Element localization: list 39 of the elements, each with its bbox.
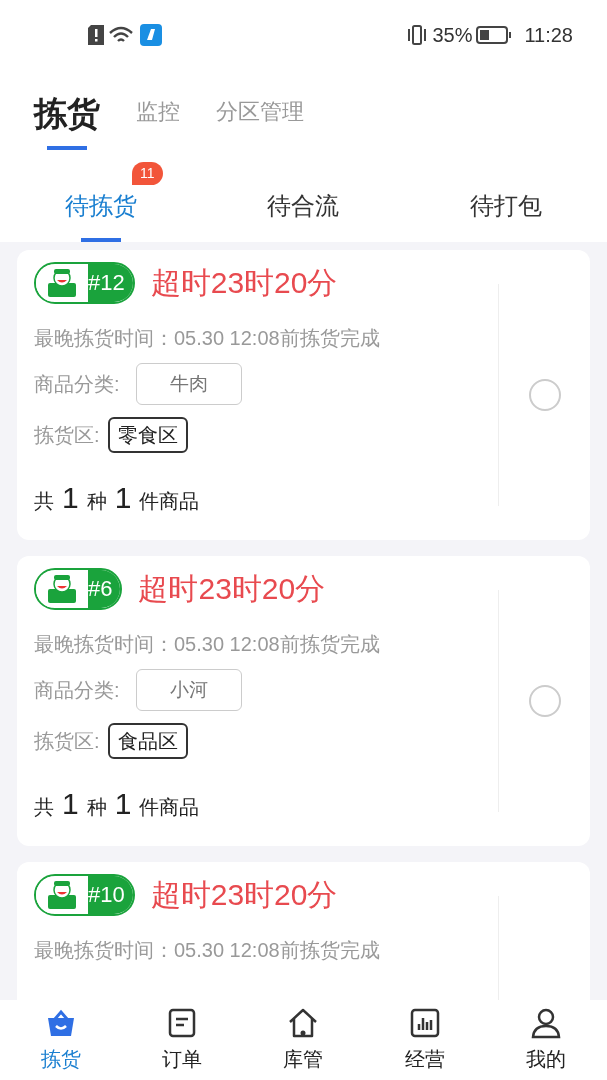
nav-tab[interactable]: 拣货 (0, 1000, 122, 1080)
select-radio[interactable] (528, 379, 561, 411)
order-card[interactable]: #12 超时23时20分 最晚拣货时间：05.30 12:08前拣货完成 商品分类: 牛肉 拣货区: 零食区 共 1 种 1 件商品 (17, 250, 590, 540)
order-card[interactable]: #6 超时23时20分 最晚拣货时间：05.30 12:08前拣货完成 商品分类: 小河 拣货区: 食品区 共 1 种 1 件商品 (17, 556, 590, 846)
clock: 11:28 (524, 23, 573, 48)
deadline-text: 最晚拣货时间：05.30 12:08前拣货完成 (34, 632, 381, 657)
battery-percent: 35% (432, 23, 473, 48)
order-card[interactable]: #10 超时23时20分 最晚拣货时间：05.30 12:08前拣货完成 (17, 862, 590, 1000)
item-count: 共 1 种 1 件商品 (34, 786, 201, 822)
overdue-time: 超时23时20分 (150, 877, 338, 913)
nav-tab[interactable]: 我的 (485, 1000, 607, 1080)
category-field[interactable]: 牛肉 (135, 363, 242, 405)
overdue-time: 超时23时20分 (150, 265, 338, 301)
sub-tab[interactable]: 待合流 (202, 188, 405, 242)
category-label: 商品分类: (34, 372, 120, 397)
nav-tab[interactable]: 经营 (364, 1000, 486, 1080)
zone-tag: 食品区 (107, 723, 188, 759)
sim-alert-icon (88, 25, 104, 45)
item-count: 共 1 种 1 件商品 (34, 480, 201, 516)
zone-label: 拣货区: (34, 729, 100, 754)
count-badge: 11 (132, 162, 163, 185)
nav-tab[interactable]: 库管 (242, 1000, 365, 1080)
deadline-text: 最晚拣货时间：05.30 12:08前拣货完成 (34, 938, 381, 963)
category-field[interactable]: 小河 (135, 669, 242, 711)
top-tab[interactable]: 拣货 (34, 88, 100, 150)
sub-tab[interactable]: 待打包 (404, 188, 607, 242)
vibrate-icon (406, 25, 429, 45)
select-radio[interactable] (528, 685, 561, 717)
app-icon (140, 24, 162, 46)
nav-tab[interactable]: 订单 (121, 1000, 243, 1080)
deadline-text: 最晚拣货时间：05.30 12:08前拣货完成 (34, 326, 381, 351)
order-number-badge: #12 (34, 261, 135, 304)
order-number-badge: #6 (34, 567, 123, 610)
overdue-time: 超时23时20分 (138, 571, 326, 607)
order-number-badge: #10 (34, 873, 135, 916)
battery-icon (476, 25, 513, 45)
zone-label: 拣货区: (34, 423, 100, 448)
category-label: 商品分类: (34, 678, 120, 703)
zone-tag: 零食区 (107, 417, 188, 453)
